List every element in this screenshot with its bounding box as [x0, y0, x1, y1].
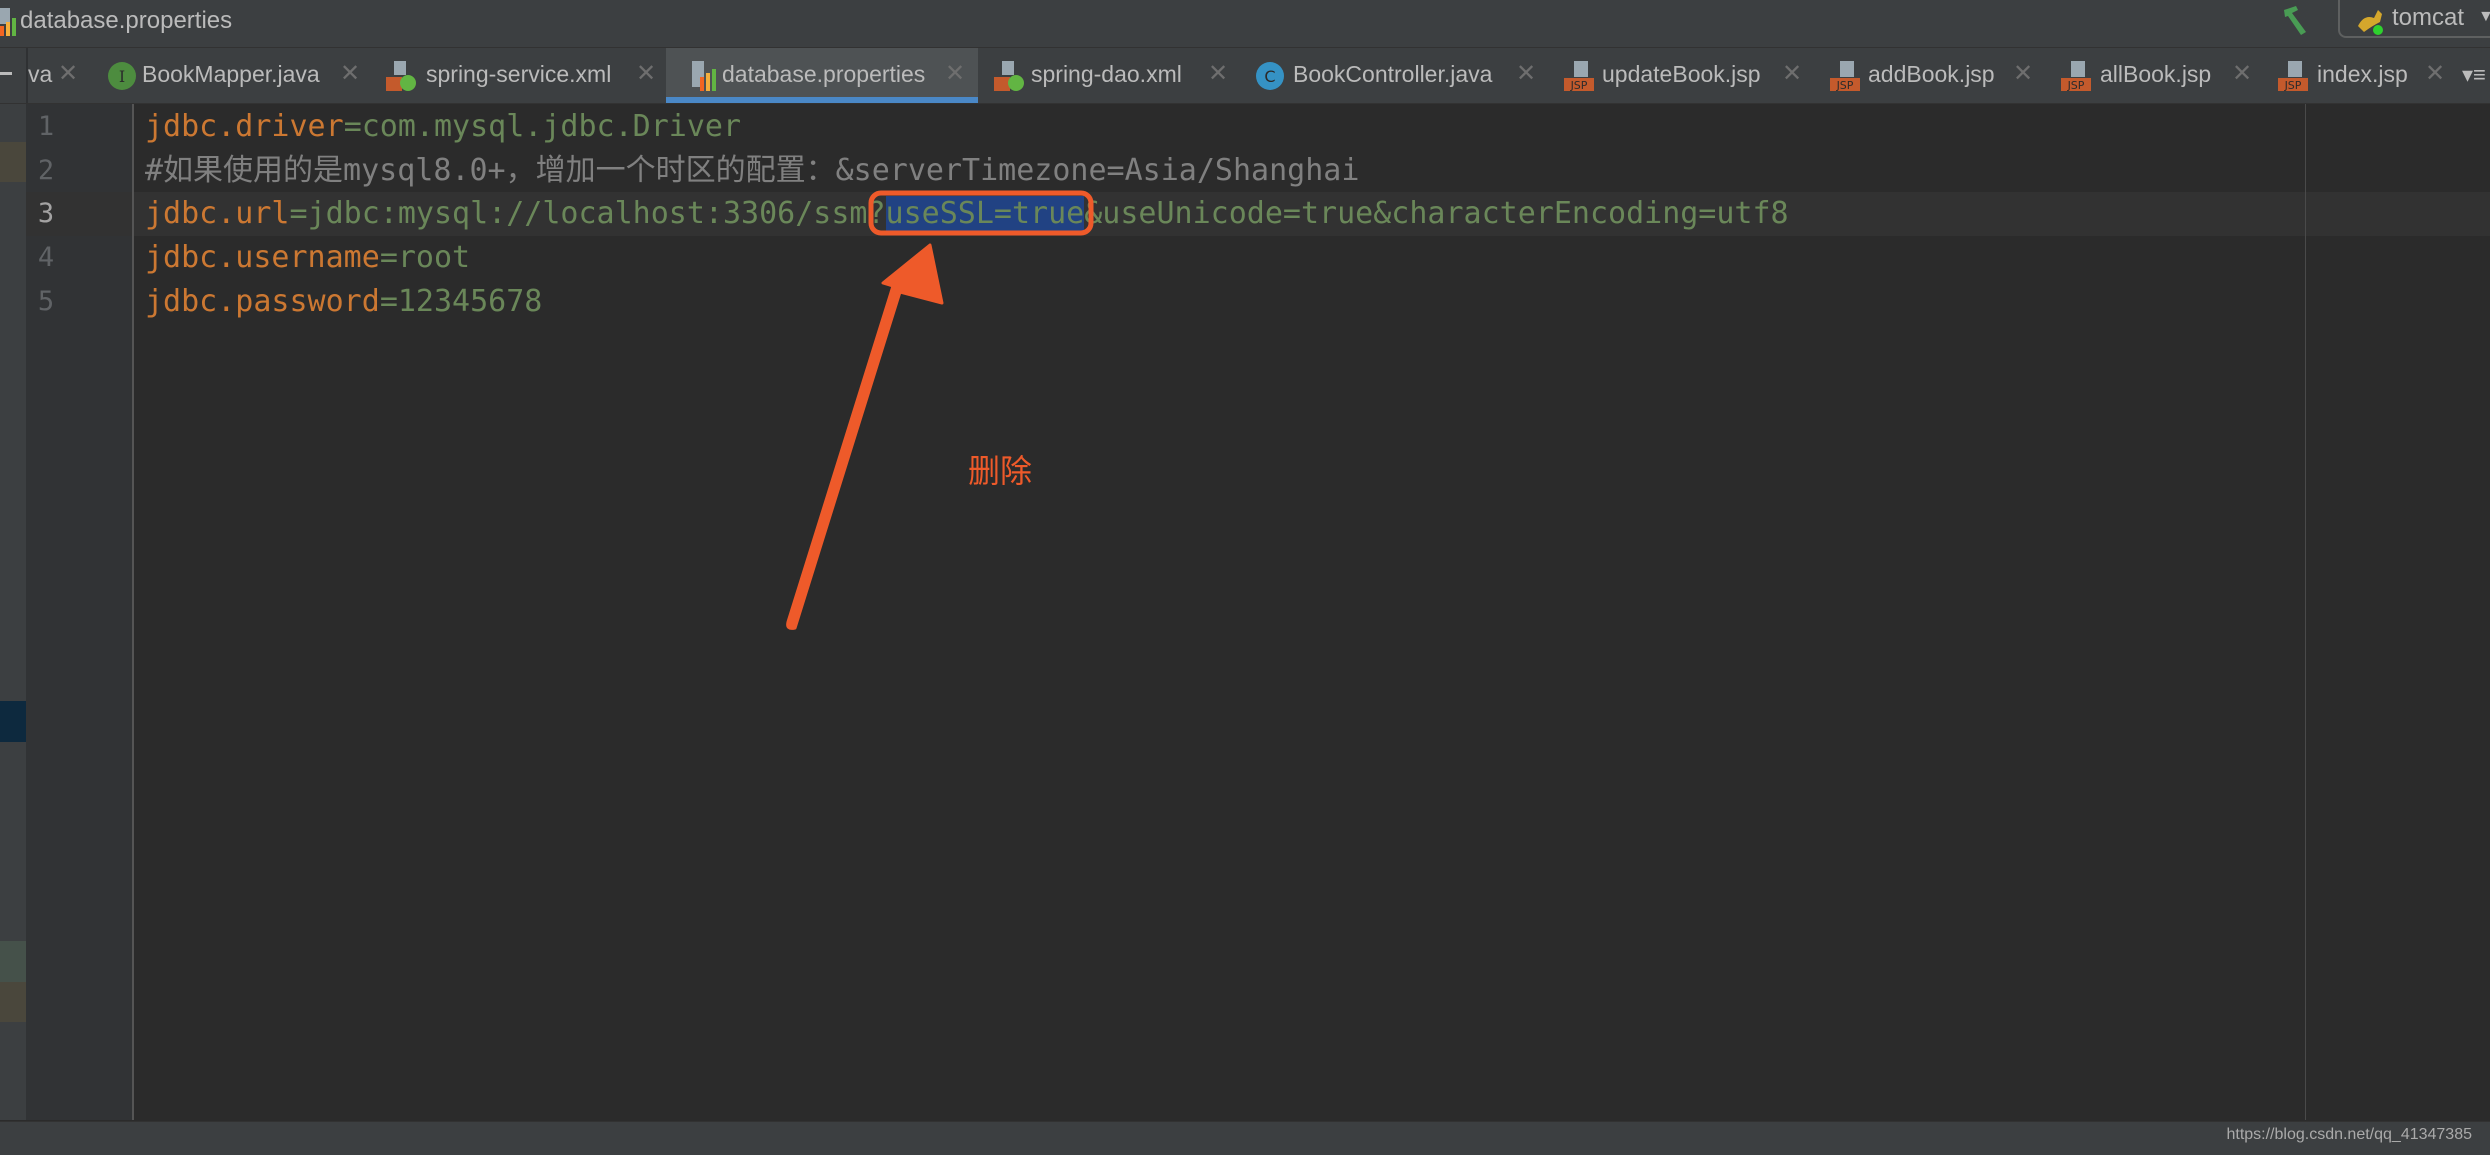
- right-margin-guide: [2305, 104, 2306, 1120]
- tab-spring-dao-xml[interactable]: spring-dao.xml ✕: [984, 48, 1240, 103]
- close-icon[interactable]: ✕: [340, 60, 360, 88]
- property-separator: =: [379, 284, 398, 319]
- property-key: jdbc.url: [145, 196, 290, 231]
- selected-text[interactable]: useSSL=true: [885, 196, 1085, 231]
- property-value: &useUnicode=true&characterEncoding=utf8: [1084, 196, 1789, 231]
- code-line-2[interactable]: #如果使用的是mysql8.0+，增加一个时区的配置：&serverTimezo…: [145, 149, 1359, 193]
- svg-text:I: I: [119, 67, 125, 86]
- close-icon[interactable]: ✕: [945, 60, 965, 88]
- properties-file-icon: [0, 8, 16, 36]
- tab-label: spring-service.xml: [426, 61, 612, 87]
- code-line-5[interactable]: jdbc.password=12345678: [145, 280, 542, 324]
- line-number: 1: [37, 111, 55, 142]
- annotation-label: 删除: [968, 453, 1033, 489]
- line-number: 4: [37, 242, 55, 273]
- svg-text:JSP: JSP: [1570, 79, 1588, 91]
- run-configuration-label: tomcat: [2392, 4, 2465, 31]
- close-icon[interactable]: ✕: [636, 60, 656, 88]
- tab-label: BookController.java: [1293, 61, 1493, 87]
- close-icon[interactable]: ✕: [1782, 60, 1802, 88]
- jsp-icon: JSP: [1564, 61, 1594, 91]
- property-value: 12345678: [397, 284, 543, 319]
- line-number-current: 3: [37, 198, 55, 229]
- close-icon[interactable]: ✕: [2425, 60, 2445, 88]
- jsp-icon: JSP: [2061, 61, 2091, 91]
- tab-label: updateBook.jsp: [1602, 61, 1761, 87]
- run-configuration-selector[interactable]: tomcat ▼: [2338, 0, 2490, 38]
- gutter-divider: [132, 104, 134, 1120]
- change-marker[interactable]: [0, 982, 26, 1022]
- added-marker[interactable]: [0, 941, 26, 982]
- class-icon: C: [1256, 62, 1284, 90]
- tab-label: va: [28, 61, 53, 87]
- jsp-icon: JSP: [2278, 61, 2308, 91]
- property-value: jdbc:mysql://localhost:3306/ssm?: [307, 196, 886, 231]
- chevron-down-icon: ▼: [2478, 8, 2490, 25]
- breadcrumb-file[interactable]: database.properties: [20, 5, 232, 37]
- left-tool-strip: [0, 104, 26, 1120]
- tab-label: BookMapper.java: [142, 61, 320, 87]
- selection-marker[interactable]: [0, 701, 26, 742]
- tab-overflow-menu-icon[interactable]: ▾≡: [2462, 62, 2486, 88]
- line-number: 2: [37, 155, 55, 186]
- status-bar: https://blog.csdn.net/qq_41347385: [0, 1121, 2490, 1155]
- tab-addbook-jsp[interactable]: JSP addBook.jsp ✕: [1820, 48, 2042, 103]
- code-line-1[interactable]: jdbc.driver=com.mysql.jdbc.Driver: [145, 105, 741, 149]
- tab-label: addBook.jsp: [1868, 61, 1995, 87]
- tab-index-jsp[interactable]: JSP index.jsp ✕: [2268, 48, 2454, 103]
- editor-tab-bar: va ✕ I BookMapper.java ✕ spring-service.…: [0, 48, 2490, 104]
- code-editor[interactable]: [134, 104, 2490, 1120]
- property-separator: =: [343, 109, 362, 144]
- tab-label: index.jsp: [2317, 61, 2408, 87]
- property-separator: =: [289, 196, 308, 231]
- spring-xml-icon: [994, 61, 1024, 91]
- property-key: jdbc.username: [145, 240, 380, 275]
- close-icon[interactable]: ✕: [1516, 60, 1536, 88]
- close-icon[interactable]: ✕: [2232, 60, 2252, 88]
- tab-label: database.properties: [722, 61, 926, 87]
- properties-icon: [692, 61, 716, 91]
- spring-xml-icon: [386, 61, 416, 91]
- svg-text:JSP: JSP: [2067, 79, 2085, 91]
- close-icon[interactable]: ✕: [1208, 60, 1228, 88]
- close-icon[interactable]: ✕: [2013, 60, 2033, 88]
- tab-spring-service-xml[interactable]: spring-service.xml ✕: [376, 48, 666, 103]
- tab-database-properties[interactable]: database.properties ✕: [666, 48, 978, 103]
- close-icon[interactable]: ✕: [58, 60, 78, 88]
- title-bar: database.properties tomcat ▼: [0, 0, 2490, 48]
- property-separator: =: [379, 240, 398, 275]
- change-marker[interactable]: [0, 142, 26, 182]
- build-hammer-icon[interactable]: [2282, 4, 2316, 36]
- svg-text:C: C: [1264, 67, 1275, 86]
- collapse-icon[interactable]: [0, 72, 12, 75]
- tab-partial-java[interactable]: va ✕: [28, 48, 84, 103]
- property-value: com.mysql.jdbc.Driver: [361, 109, 742, 144]
- comment: #如果使用的是mysql8.0+，增加一个时区的配置：&serverTimezo…: [145, 153, 1360, 188]
- svg-text:JSP: JSP: [2284, 79, 2302, 91]
- jsp-icon: JSP: [1830, 61, 1860, 91]
- tab-allbook-jsp[interactable]: JSP allBook.jsp ✕: [2051, 48, 2261, 103]
- tab-label: spring-dao.xml: [1031, 61, 1182, 87]
- tab-bookmapper-java[interactable]: I BookMapper.java ✕: [96, 48, 366, 103]
- tab-label: allBook.jsp: [2100, 61, 2212, 87]
- tab-bookcontroller-java[interactable]: C BookController.java ✕: [1246, 48, 1546, 103]
- tab-updatebook-jsp[interactable]: JSP updateBook.jsp ✕: [1554, 48, 1810, 103]
- tomcat-icon: [2358, 10, 2383, 35]
- watermark-text: https://blog.csdn.net/qq_41347385: [2226, 1126, 2472, 1143]
- svg-text:JSP: JSP: [1836, 79, 1854, 91]
- property-key: jdbc.password: [145, 284, 380, 319]
- interface-icon: I: [108, 62, 136, 90]
- property-value: root: [397, 240, 471, 275]
- property-key: jdbc.driver: [145, 109, 344, 144]
- code-line-4[interactable]: jdbc.username=root: [145, 236, 470, 280]
- line-number: 5: [37, 286, 55, 317]
- code-line-3[interactable]: jdbc.url=jdbc:mysql://localhost:3306/ssm…: [145, 192, 1789, 236]
